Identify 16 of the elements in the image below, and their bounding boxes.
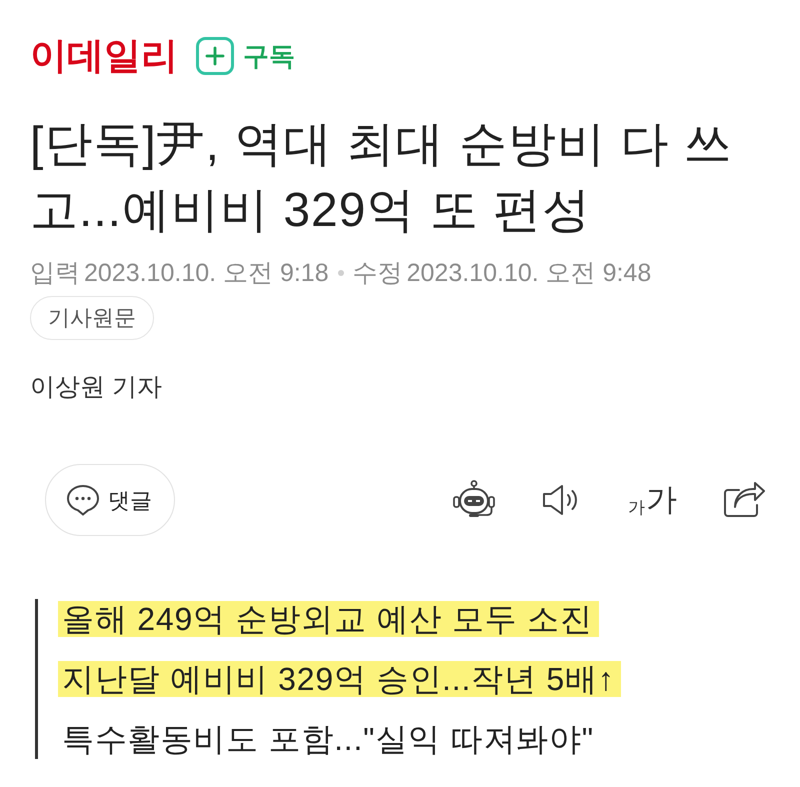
timestamp: 2023.10.10. 오전 9:48 xyxy=(406,258,652,288)
share-icon[interactable] xyxy=(723,482,765,518)
separator-dot-icon xyxy=(338,270,344,276)
timestamp-label: 입력 xyxy=(30,258,80,288)
plus-icon xyxy=(196,37,234,75)
comment-button[interactable]: 댓글 xyxy=(45,464,175,536)
timestamp: 2023.10.10. 오전 9:18 xyxy=(84,258,329,288)
speech-bubble-icon xyxy=(66,484,100,516)
reporter-name: 이상원 기자 xyxy=(30,372,162,402)
summary-line: 특수활동비도 포함..."실익 따져봐야" xyxy=(61,721,595,757)
site-logo[interactable]: 이데일리 xyxy=(30,34,178,78)
timestamp-label: 수정 xyxy=(352,258,403,288)
original-article-button[interactable]: 기사원문 xyxy=(30,296,154,340)
font-size-button[interactable]: 가 가 xyxy=(628,482,677,518)
robot-icon[interactable] xyxy=(452,480,496,520)
article-title: [단독]尹, 역대 최대 순방비 다 쓰고...예비비 329억 또 편성 xyxy=(30,117,734,239)
